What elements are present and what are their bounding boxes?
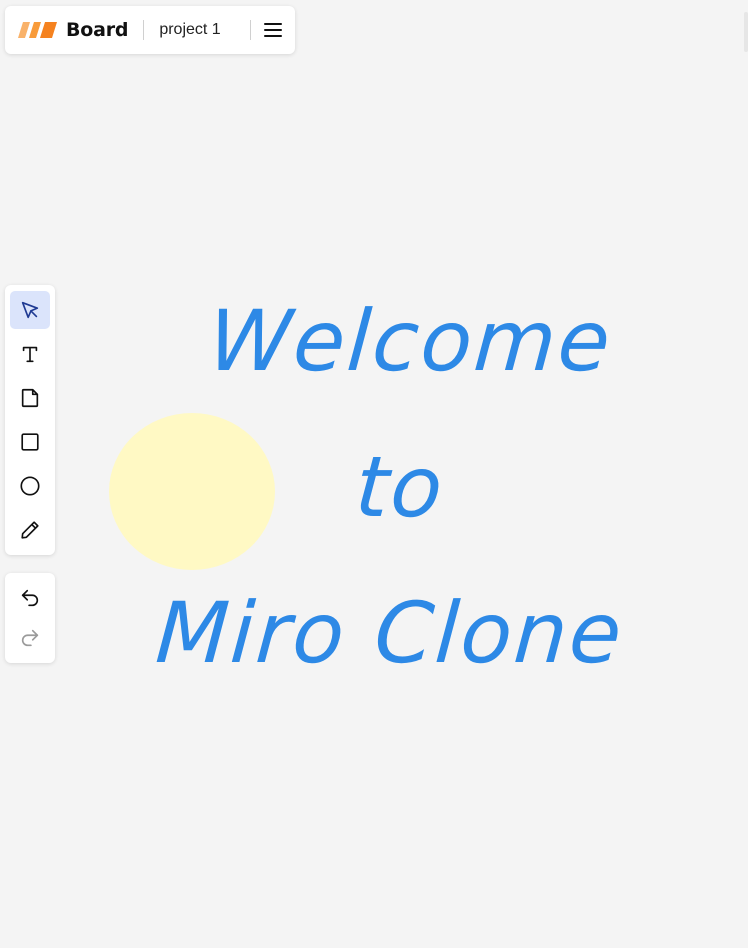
board-info-bar: Board project 1 [5, 6, 295, 54]
sticky-note-icon [21, 388, 39, 408]
history-panel [5, 573, 55, 663]
circle-icon [20, 476, 40, 496]
project-name[interactable]: project 1 [144, 21, 235, 39]
tool-panel [5, 285, 55, 555]
square-icon [21, 433, 39, 451]
right-edge-panel [744, 12, 748, 52]
divider [249, 20, 251, 40]
select-tool-button[interactable] [10, 291, 50, 329]
hamburger-menu-icon [263, 23, 282, 37]
ellipse-tool-button[interactable] [10, 467, 50, 505]
pencil-icon [21, 521, 39, 539]
logo[interactable]: Board [18, 6, 129, 54]
text-icon [22, 346, 38, 363]
redo-icon [21, 629, 39, 647]
undo-icon [21, 589, 39, 607]
pen-tool-button[interactable] [10, 511, 50, 549]
redo-button[interactable] [10, 619, 50, 657]
cursor-arrow-icon [21, 301, 39, 319]
undo-button[interactable] [10, 579, 50, 617]
board-canvas[interactable]: Welcome to Miro Clone Board project 1 [0, 0, 748, 948]
sticky-note-tool-button[interactable] [10, 379, 50, 417]
app-name: Board [66, 19, 129, 41]
text-tool-button[interactable] [10, 335, 50, 373]
welcome-text-layer[interactable]: Welcome to Miro Clone [145, 268, 656, 706]
menu-button[interactable] [259, 16, 287, 44]
stripes-logo-icon [18, 22, 57, 38]
rectangle-tool-button[interactable] [10, 423, 50, 461]
